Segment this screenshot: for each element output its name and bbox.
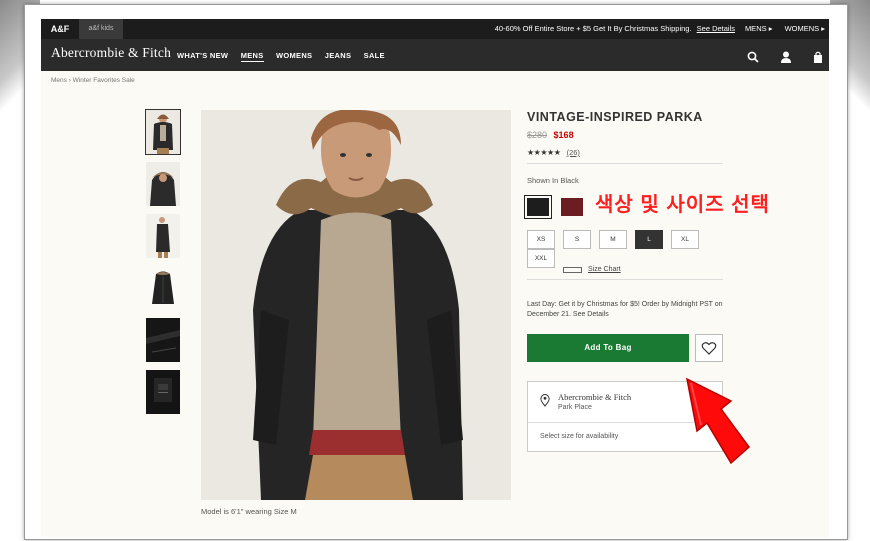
product-title: VINTAGE-INSPIRED PARKA — [527, 110, 703, 124]
size-selector: XS S M L XL XXL — [527, 230, 723, 268]
sale-price: $168 — [553, 130, 574, 140]
tab-af[interactable]: A&F — [41, 19, 79, 39]
brand-logo[interactable]: Abercrombie & Fitch — [51, 45, 171, 61]
wishlist-button[interactable] — [695, 334, 723, 363]
size-chart-label: Size Chart — [588, 266, 621, 273]
size-s[interactable]: S — [563, 230, 591, 249]
original-price: $280 — [527, 130, 548, 140]
divider — [527, 163, 723, 164]
star-rating-icon: ★★★★★ — [527, 148, 561, 157]
rating[interactable]: ★★★★★ (26) — [527, 148, 723, 157]
size-m[interactable]: M — [599, 230, 627, 249]
promo-text: 40-60% Off Entire Store + $5 Get It By C… — [494, 24, 692, 33]
thumbnail-hood[interactable] — [146, 162, 180, 206]
thumbnail-front[interactable] — [145, 109, 181, 155]
main-product-image[interactable] — [201, 110, 511, 500]
nav-links: WHAT'S NEW MENS WOMENS JEANS SALE — [177, 51, 395, 62]
image-caption: Model is 6'1" wearing Size M — [201, 507, 297, 516]
nav-jeans[interactable]: JEANS — [325, 51, 352, 60]
swatch-burgundy[interactable] — [561, 198, 583, 216]
thumbnail-side[interactable] — [146, 214, 180, 258]
search-icon[interactable] — [746, 50, 760, 64]
thumbnail-flat-lay[interactable] — [146, 266, 180, 310]
shipping-notice: Last Day: Get it by Christmas for $5! Or… — [527, 301, 723, 319]
divider — [527, 279, 723, 281]
price: $280 $168 — [527, 130, 723, 140]
size-xs[interactable]: XS — [527, 230, 555, 249]
top-nav-mens[interactable]: MENS ▸ — [745, 24, 773, 33]
size-l[interactable]: L — [635, 230, 663, 249]
top-utility-bar: A&F a&f kids 40-60% Off Entire Store + $… — [41, 19, 829, 39]
thumbnail-gallery — [145, 109, 181, 422]
add-to-bag-button[interactable]: Add To Bag — [527, 334, 689, 363]
annotation-arrow-icon — [681, 377, 751, 472]
nav-icons — [732, 48, 825, 66]
nav-mens[interactable]: MENS — [240, 51, 264, 62]
location-pin-icon — [540, 394, 550, 412]
thumbnail-detail-1[interactable] — [146, 318, 180, 362]
annotation-text: 색상 및 사이즈 선택 — [595, 194, 770, 216]
account-icon[interactable] — [779, 50, 793, 64]
add-to-bag-row: Add To Bag — [527, 334, 723, 364]
browser-page: A&F a&f kids 40-60% Off Entire Store + $… — [24, 4, 848, 540]
top-gender-nav: MENS ▸ WOMENS ▸ — [735, 19, 825, 39]
swatch-black[interactable] — [524, 195, 552, 219]
store-name: Abercrombie & Fitch — [558, 392, 632, 403]
shown-in-color: Shown In Black — [527, 176, 579, 185]
tab-af-kids[interactable]: a&f kids — [79, 19, 123, 39]
heart-icon — [701, 342, 717, 356]
size-xxl[interactable]: XXL — [527, 249, 555, 268]
size-chart-link[interactable]: Size Chart — [527, 266, 723, 273]
nav-whats-new[interactable]: WHAT'S NEW — [177, 51, 228, 60]
nav-sale[interactable]: SALE — [364, 51, 385, 60]
bag-icon[interactable] — [811, 50, 825, 64]
size-xl[interactable]: XL — [671, 230, 699, 249]
thumbnail-detail-2[interactable] — [146, 370, 180, 414]
top-nav-womens[interactable]: WOMENS ▸ — [785, 24, 825, 33]
review-count-link[interactable]: (26) — [567, 148, 580, 157]
nav-womens[interactable]: WOMENS — [276, 51, 312, 60]
website: A&F a&f kids 40-60% Off Entire Store + $… — [41, 19, 829, 537]
ruler-icon — [563, 266, 582, 273]
color-swatches: 색상 및 사이즈 선택 — [524, 194, 769, 219]
promo-details-link[interactable]: See Details — [697, 24, 735, 33]
promo-banner: 40-60% Off Entire Store + $5 Get It By C… — [495, 19, 735, 39]
breadcrumb[interactable]: Mens › Winter Favorites Sale — [51, 77, 135, 84]
main-nav: Abercrombie & Fitch WHAT'S NEW MENS WOME… — [41, 39, 829, 71]
store-location: Park Place — [558, 404, 592, 412]
